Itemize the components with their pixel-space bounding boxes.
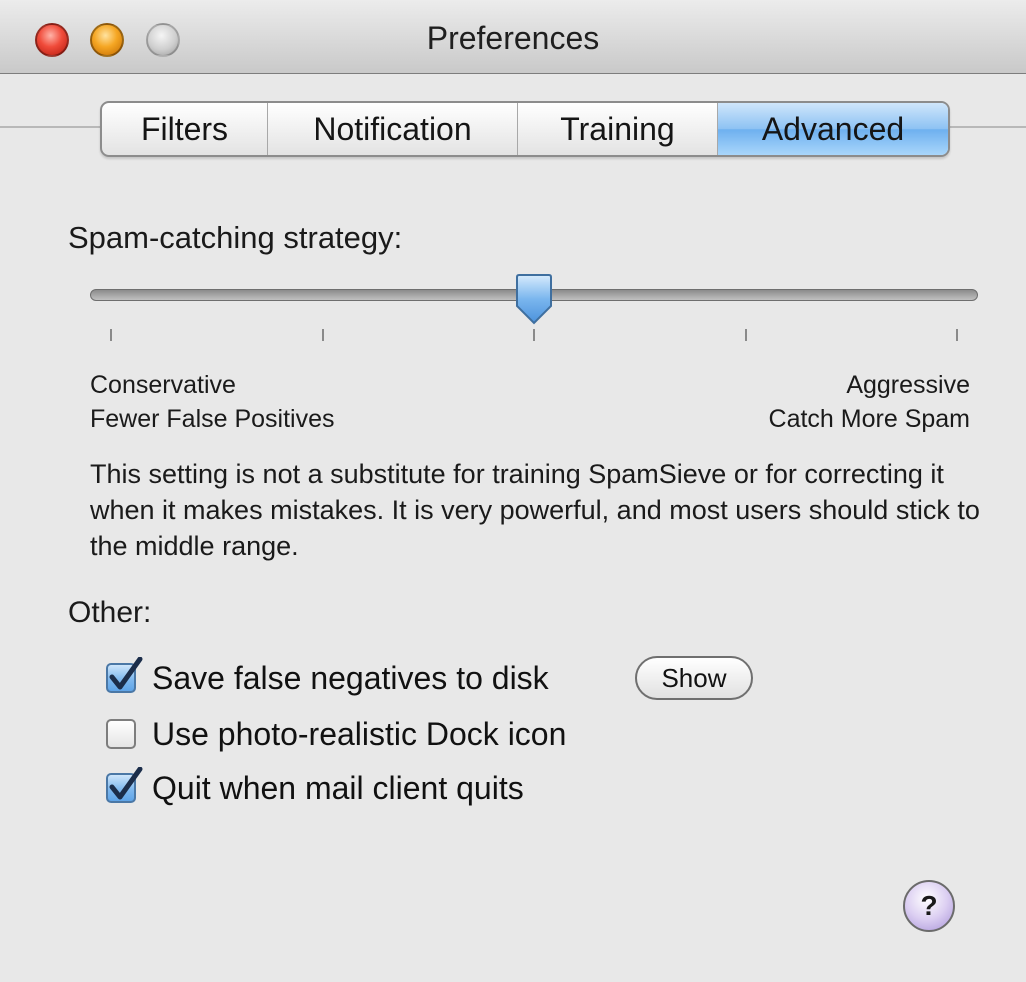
option-quit-with-mail-client[interactable]: Quit when mail client quits (106, 767, 524, 806)
option-photo-realistic-dock-icon[interactable]: Use photo-realistic Dock icon (106, 716, 566, 752)
strategy-note: This setting is not a substitute for tra… (90, 459, 980, 561)
quit-with-mail-client-label: Quit when mail client quits (152, 769, 524, 806)
tab-advanced[interactable]: Advanced (718, 103, 948, 155)
conservative-subtitle: Fewer False Positives (90, 405, 335, 433)
option-save-false-negatives[interactable]: Save false negatives to disk (106, 657, 549, 696)
slider-tick (744, 329, 747, 341)
tab-filters[interactable]: Filters (102, 103, 268, 155)
window-title: Preferences (426, 20, 600, 56)
save-false-negatives-checkbox[interactable] (106, 657, 143, 693)
tab-notification[interactable]: Notification (268, 103, 518, 155)
aggressive-subtitle: Catch More Spam (768, 405, 970, 433)
aggressive-label: Aggressive Catch More Spam (769, 368, 970, 436)
tab-bar: Filters Notification Training Advanced (100, 101, 950, 157)
strategy-label: Spam-catching strategy: (68, 220, 403, 255)
tab-training[interactable]: Training (518, 103, 718, 155)
title-bar[interactable]: Preferences (0, 0, 1026, 74)
aggressive-title: Aggressive (846, 371, 970, 399)
conservative-title: Conservative (90, 371, 236, 399)
strategy-slider-thumb[interactable] (513, 274, 555, 326)
conservative-label: Conservative Fewer False Positives (90, 368, 335, 436)
save-false-negatives-label: Save false negatives to disk (152, 659, 549, 696)
slider-tick (533, 329, 535, 341)
checkmark-icon (109, 767, 143, 800)
other-label: Other: (68, 596, 152, 629)
preferences-window: Preferences Filters Notification Trainin… (0, 0, 1026, 982)
photo-realistic-dock-icon-checkbox[interactable] (106, 719, 136, 749)
slider-tick (321, 329, 324, 341)
quit-with-mail-client-checkbox[interactable] (106, 767, 143, 803)
checkmark-icon (109, 657, 143, 690)
slider-tick (110, 329, 112, 341)
help-icon[interactable]: ? (903, 880, 955, 932)
photo-realistic-dock-icon-label: Use photo-realistic Dock icon (152, 715, 567, 752)
show-button[interactable]: Show (635, 656, 753, 700)
slider-tick (956, 329, 958, 341)
